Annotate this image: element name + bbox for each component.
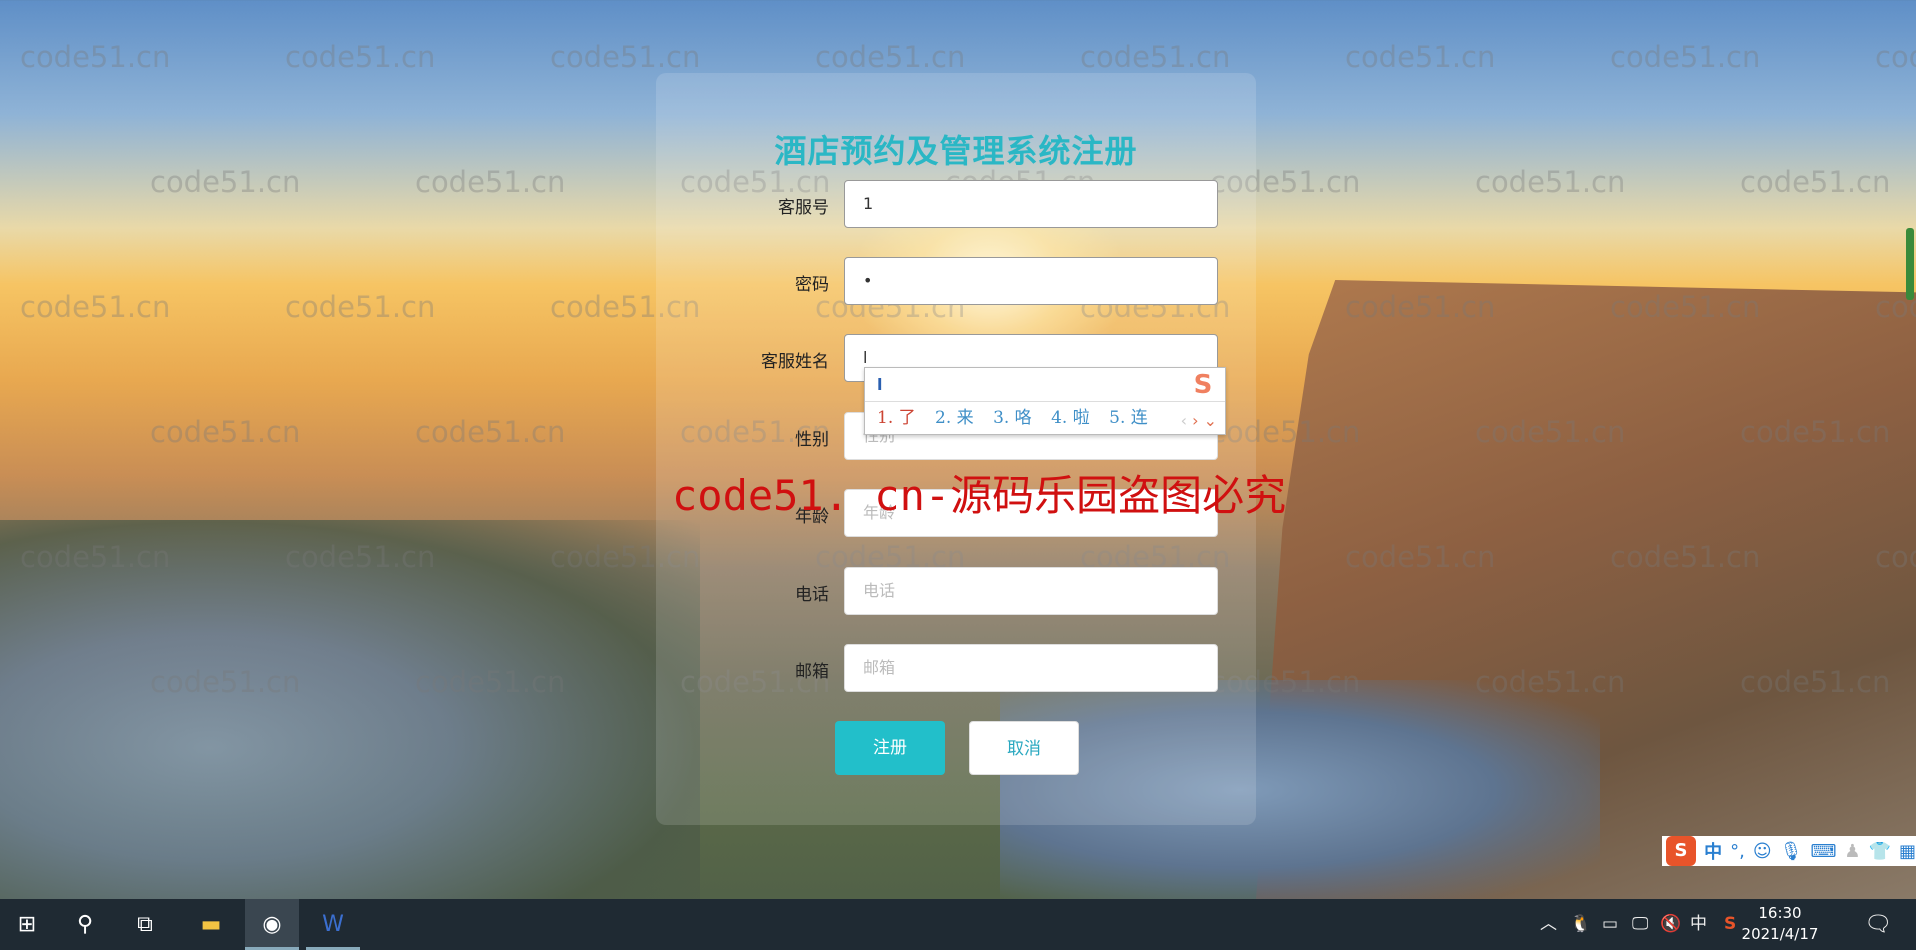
- taskbar: ⊞ ⚲ ⧉ ▬ ◉ W ︿ 🐧 ▭ 🖵 🔇 中 S 16:30 2021/4/1…: [0, 899, 1916, 950]
- chevron-left-icon[interactable]: ‹: [1181, 411, 1187, 430]
- chrome-icon[interactable]: ◉: [245, 899, 299, 950]
- watermark-text: code51.cn: [1610, 40, 1761, 74]
- microphone-icon[interactable]: 🎙: [1780, 841, 1803, 862]
- scrollbar[interactable]: [1906, 228, 1914, 300]
- ime-composition: l: [865, 368, 1225, 402]
- watermark-text: code51.cn: [1740, 665, 1891, 699]
- ime-candidate[interactable]: 2. 来: [935, 408, 974, 428]
- skin-icon[interactable]: 👕: [1869, 841, 1891, 862]
- ime-punctuation[interactable]: °,: [1730, 841, 1745, 862]
- field-label: 客服号: [778, 198, 829, 218]
- windows-start-icon[interactable]: ⊞: [0, 899, 54, 950]
- watermark-text: code51.cn: [1740, 415, 1891, 449]
- field-input[interactable]: 邮箱: [844, 644, 1218, 692]
- clock[interactable]: 16:30 2021/4/17: [1735, 903, 1825, 945]
- ime-mode[interactable]: 中: [1704, 838, 1722, 864]
- volume-muted-icon[interactable]: 🔇: [1660, 899, 1681, 950]
- field-input[interactable]: •: [844, 257, 1218, 305]
- watermark-text: code51.cn: [150, 415, 301, 449]
- watermark-text: code51.cn: [150, 665, 301, 699]
- keyboard-icon[interactable]: ⌨: [1810, 841, 1836, 862]
- chevron-down-icon[interactable]: ⌄: [1204, 411, 1217, 430]
- sogou-logo-icon[interactable]: S: [1666, 836, 1697, 866]
- grid-icon[interactable]: ▦: [1899, 841, 1916, 862]
- watermark-text: code51.cn: [415, 665, 566, 699]
- date: 2021/4/17: [1741, 925, 1819, 943]
- watermark-text: code51.cn: [20, 40, 171, 74]
- ime-candidate[interactable]: 1. 了: [877, 408, 916, 428]
- field-input[interactable]: 1: [844, 180, 1218, 228]
- emoji-icon[interactable]: ☺: [1753, 841, 1772, 862]
- copyright-watermark: code51. cn-源码乐园盗图必究: [672, 471, 1287, 520]
- watermark-text: code51.cn: [1475, 415, 1626, 449]
- field-label: 密码: [795, 275, 829, 295]
- watermark-text: code51.cn: [20, 540, 171, 574]
- ime-candidate[interactable]: 3. 咯: [993, 408, 1032, 428]
- watermark-text: code51.cn: [1875, 540, 1916, 574]
- search-icon[interactable]: ⚲: [58, 899, 112, 950]
- file-explorer-icon[interactable]: ▬: [184, 899, 238, 950]
- ime-page-nav[interactable]: ‹ › ⌄: [1181, 411, 1217, 430]
- watermark-text: code51.cn: [415, 415, 566, 449]
- watermark-text: code51.cn: [415, 165, 566, 199]
- field-label: 邮箱: [795, 662, 829, 682]
- task-view-icon[interactable]: ⧉: [118, 899, 172, 950]
- field-input[interactable]: 电话: [844, 567, 1218, 615]
- sogou-logo-icon: S: [1193, 370, 1213, 400]
- field-label: 电话: [795, 585, 829, 605]
- watermark-text: code51.cn: [1345, 540, 1496, 574]
- watermark-text: code51.cn: [1475, 665, 1626, 699]
- page-title: 酒店预约及管理系统注册: [774, 132, 1138, 170]
- ime-candidate[interactable]: 4. 啦: [1051, 408, 1090, 428]
- watermark-text: code51.cn: [1875, 40, 1916, 74]
- battery-icon[interactable]: ▭: [1602, 899, 1618, 950]
- tray-ime-mode[interactable]: 中: [1690, 899, 1707, 950]
- notification-icon[interactable]: 🗨: [1864, 899, 1892, 950]
- field-label: 性别: [795, 430, 829, 450]
- watermark-text: code51.cn: [1345, 40, 1496, 74]
- field-label: 客服姓名: [761, 352, 829, 372]
- watermark-text: code51.cn: [1610, 290, 1761, 324]
- ime-toolbar: S 中 °, ☺ 🎙 ⌨ ♟ 👕 ▦: [1662, 836, 1916, 866]
- time: 16:30: [1758, 904, 1802, 922]
- watermark-text: code51.cn: [285, 540, 436, 574]
- cancel-button[interactable]: 取消: [969, 721, 1079, 775]
- watermark-text: code51.cn: [550, 40, 701, 74]
- ime-candidates: 1. 了 2. 来 3. 咯 4. 啦 5. 连: [865, 402, 1225, 434]
- watermark-text: code51.cn: [285, 40, 436, 74]
- watermark-text: code51.cn: [1345, 290, 1496, 324]
- watermark-text: code51.cn: [815, 40, 966, 74]
- watermark-text: code51.cn: [1740, 165, 1891, 199]
- watermark-text: code51.cn: [150, 165, 301, 199]
- network-icon[interactable]: 🖵: [1632, 899, 1648, 950]
- user-icon[interactable]: ♟: [1844, 841, 1860, 862]
- word-icon[interactable]: W: [306, 899, 360, 950]
- background-rocks: [0, 520, 700, 900]
- qq-icon[interactable]: 🐧: [1570, 899, 1591, 950]
- chevron-up-icon[interactable]: ︿: [1540, 899, 1557, 950]
- register-button[interactable]: 注册: [835, 721, 945, 775]
- ime-candidate-popup: l 1. 了 2. 来 3. 咯 4. 啦 5. 连 S ‹ › ⌄: [864, 367, 1226, 435]
- watermark-text: code51.cn: [1080, 40, 1231, 74]
- ime-candidate[interactable]: 5. 连: [1109, 408, 1148, 428]
- watermark-text: code51.cn: [1610, 540, 1761, 574]
- watermark-text: code51.cn: [20, 290, 171, 324]
- chevron-right-icon[interactable]: ›: [1192, 411, 1198, 430]
- watermark-text: code51.cn: [285, 290, 436, 324]
- watermark-text: code51.cn: [1475, 165, 1626, 199]
